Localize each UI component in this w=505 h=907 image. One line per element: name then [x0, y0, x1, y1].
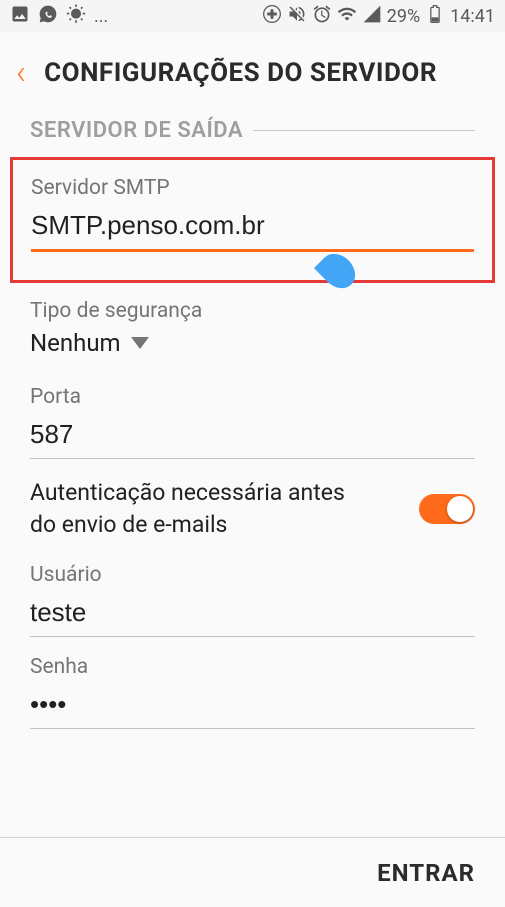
- smtp-input[interactable]: [31, 206, 474, 252]
- security-value: Nenhum: [30, 329, 121, 357]
- port-label: Porta: [30, 385, 475, 409]
- whatsapp-icon: [38, 4, 58, 29]
- password-field: Senha: [30, 655, 475, 729]
- user-input[interactable]: [30, 593, 475, 637]
- app-header: ‹ CONFIGURAÇÕES DO SERVIDOR: [0, 32, 505, 110]
- auth-row: Autenticação necessária antes do envio d…: [30, 477, 475, 541]
- status-left: ...: [10, 4, 108, 29]
- status-right: 29% 14:41: [262, 4, 495, 29]
- ellipsis: ...: [94, 6, 108, 27]
- password-input[interactable]: [30, 685, 475, 729]
- time: 14:41: [450, 6, 495, 27]
- smtp-label: Servidor SMTP: [31, 176, 474, 200]
- port-field: Porta: [30, 385, 475, 459]
- footer-bar: ENTRAR: [0, 837, 505, 907]
- auth-label: Autenticação necessária antes do envio d…: [30, 477, 350, 541]
- chevron-down-icon: [131, 337, 149, 349]
- highlighted-smtp-box: Servidor SMTP: [10, 157, 495, 283]
- enter-button[interactable]: ENTRAR: [377, 859, 475, 887]
- content: SERVIDOR DE SAÍDA Servidor SMTP Tipo de …: [0, 118, 505, 729]
- mute-icon: [287, 4, 307, 29]
- alarm-icon: [312, 4, 332, 29]
- security-label: Tipo de segurança: [30, 299, 475, 323]
- section-header: SERVIDOR DE SAÍDA: [30, 118, 475, 143]
- back-icon[interactable]: ‹: [16, 56, 26, 90]
- user-label: Usuário: [30, 563, 475, 587]
- picture-icon: [10, 4, 30, 29]
- battery-icon: [425, 4, 445, 29]
- port-input[interactable]: [30, 415, 475, 459]
- plus-circle-icon: [262, 4, 282, 29]
- security-dropdown[interactable]: Nenhum: [30, 329, 475, 357]
- text-cursor-handle[interactable]: [314, 247, 362, 295]
- page-title: CONFIGURAÇÕES DO SERVIDOR: [44, 58, 437, 88]
- status-bar: ... 29% 14:41: [0, 0, 505, 32]
- user-field: Usuário: [30, 563, 475, 637]
- signal-icon: [362, 4, 382, 29]
- security-field: Tipo de segurança Nenhum: [30, 299, 475, 357]
- wifi-icon: [337, 4, 357, 29]
- toggle-knob: [447, 496, 473, 522]
- auth-toggle[interactable]: [419, 494, 475, 524]
- divider: [253, 130, 475, 131]
- section-title: SERVIDOR DE SAÍDA: [30, 118, 243, 143]
- weather-icon: [66, 4, 86, 29]
- battery-percent: 29%: [387, 6, 420, 27]
- password-label: Senha: [30, 655, 475, 679]
